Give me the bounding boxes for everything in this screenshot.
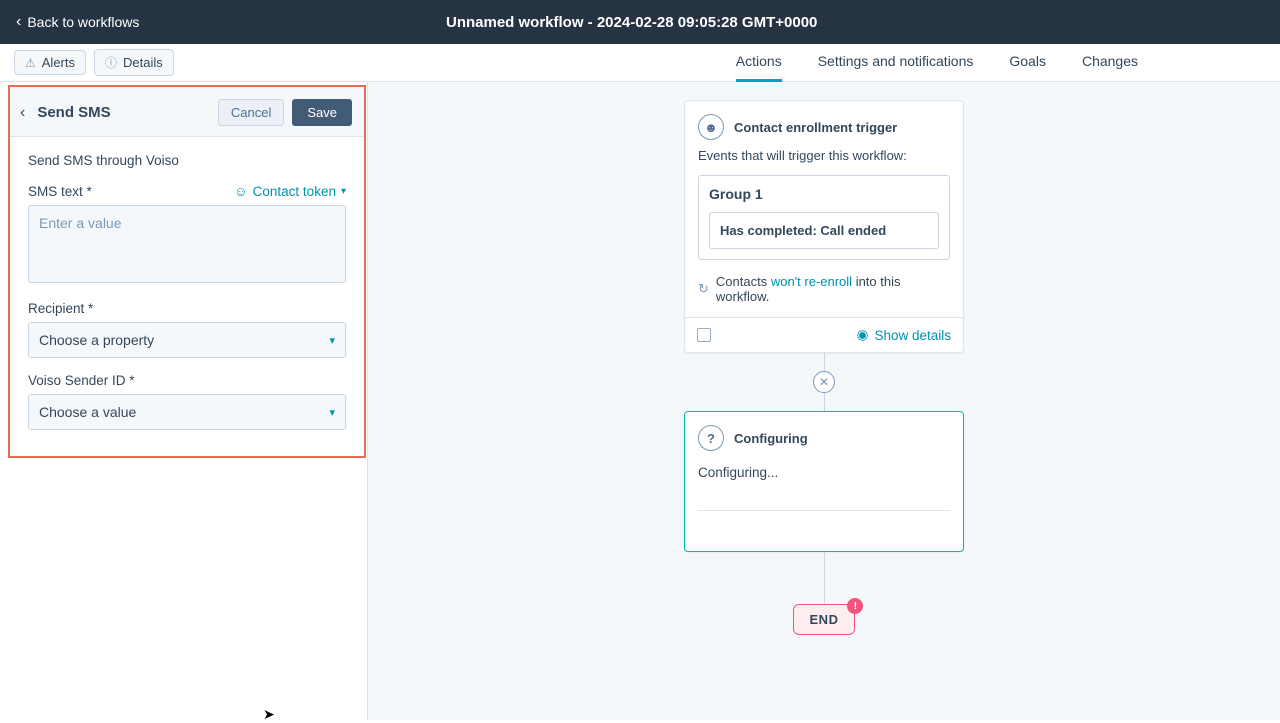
sub-toolbar: ⚠ Alerts ⓘ Details Actions Settings and … <box>0 44 1280 82</box>
workflow-title: Unnamed workflow - 2024-02-28 09:05:28 G… <box>139 14 1124 31</box>
back-to-workflows-link[interactable]: ‹ Back to workflows <box>16 13 139 31</box>
cursor-icon: ➤ <box>263 706 275 723</box>
info-icon: ⓘ <box>105 54 117 71</box>
group-name: Group 1 <box>709 186 939 202</box>
sms-text-field-header: SMS text * ☺ Contact token ▾ <box>28 184 346 199</box>
eye-icon: ◉ <box>857 327 869 343</box>
panel-highlight-outline: ‹ Send SMS Cancel Save Send SMS through … <box>8 85 366 458</box>
question-icon: ? <box>698 425 724 451</box>
reenroll-note: ↻ Contacts won't re-enroll into this wor… <box>698 274 950 304</box>
alert-icon: ⚠ <box>25 56 36 70</box>
sender-id-placeholder: Choose a value <box>39 404 136 420</box>
reenroll-pre: Contacts <box>716 274 771 289</box>
alerts-label: Alerts <box>42 55 75 70</box>
token-label: Contact token <box>253 184 336 199</box>
panel-body: Send SMS through Voiso SMS text * ☺ Cont… <box>10 137 364 456</box>
action-config-panel: ‹ Send SMS Cancel Save Send SMS through … <box>0 82 368 720</box>
configuring-card[interactable]: ? Configuring Configuring... <box>684 411 964 552</box>
chevron-left-icon: ‹ <box>16 13 21 31</box>
sender-id-section: Voiso Sender ID * Choose a value ▾ <box>28 372 346 430</box>
configuring-body: Configuring... <box>698 459 950 480</box>
panel-back-button[interactable]: ‹ <box>16 102 29 124</box>
trigger-group-box: Group 1 Has completed: Call ended <box>698 175 950 260</box>
flow-column: ☻ Contact enrollment trigger Events that… <box>368 100 1280 635</box>
tab-goals[interactable]: Goals <box>1009 44 1046 82</box>
sms-text-input[interactable] <box>28 205 346 283</box>
trigger-title: Contact enrollment trigger <box>734 120 897 135</box>
end-alert-badge: ! <box>847 598 863 614</box>
refresh-icon: ↻ <box>698 281 709 297</box>
caret-down-icon: ▾ <box>341 186 346 197</box>
cancel-button[interactable]: Cancel <box>218 99 284 126</box>
recipient-section: Recipient * Choose a property ▾ <box>28 300 346 358</box>
contact-token-dropdown[interactable]: ☺ Contact token ▾ <box>234 184 346 199</box>
details-label: Details <box>123 55 163 70</box>
trigger-subtitle: Events that will trigger this workflow: <box>698 148 950 163</box>
tab-settings[interactable]: Settings and notifications <box>818 44 974 82</box>
configuring-title: Configuring <box>734 431 808 446</box>
back-label: Back to workflows <box>27 14 139 30</box>
connector-line <box>824 353 825 371</box>
trigger-card[interactable]: ☻ Contact enrollment trigger Events that… <box>684 100 964 353</box>
panel-title: Send SMS <box>37 104 210 121</box>
trigger-rule[interactable]: Has completed: Call ended <box>709 212 939 249</box>
end-node[interactable]: END ! <box>793 604 856 635</box>
trigger-footer: ◉ Show details <box>685 317 963 352</box>
recipient-label: Recipient * <box>28 301 93 316</box>
workflow-canvas[interactable]: ☻ Contact enrollment trigger Events that… <box>368 82 1280 720</box>
sms-text-label: SMS text * <box>28 184 92 199</box>
workspace: ‹ Send SMS Cancel Save Send SMS through … <box>0 82 1280 720</box>
remove-action-button[interactable]: ✕ <box>813 371 835 393</box>
recipient-placeholder: Choose a property <box>39 332 154 348</box>
show-details-label: Show details <box>874 328 951 343</box>
panel-header: ‹ Send SMS Cancel Save <box>10 87 364 137</box>
person-icon: ☺ <box>234 184 248 199</box>
end-label: END <box>793 604 856 635</box>
recipient-select[interactable]: Choose a property ▾ <box>28 322 346 358</box>
reenroll-link[interactable]: won't re-enroll <box>771 274 852 289</box>
top-bar: ‹ Back to workflows Unnamed workflow - 2… <box>0 0 1280 44</box>
caret-down-icon: ▾ <box>329 406 335 419</box>
clipboard-icon[interactable] <box>697 328 711 342</box>
save-button[interactable]: Save <box>292 99 352 126</box>
connector-line <box>824 393 825 411</box>
details-button[interactable]: ⓘ Details <box>94 49 174 76</box>
caret-down-icon: ▾ <box>329 334 335 347</box>
show-details-button[interactable]: ◉ Show details <box>857 327 951 343</box>
alerts-button[interactable]: ⚠ Alerts <box>14 50 86 75</box>
tab-actions[interactable]: Actions <box>736 44 782 82</box>
sender-id-select[interactable]: Choose a value ▾ <box>28 394 346 430</box>
connector-line <box>824 552 825 604</box>
panel-description: Send SMS through Voiso <box>28 153 346 168</box>
contact-icon: ☻ <box>698 114 724 140</box>
sender-id-label: Voiso Sender ID * <box>28 373 135 388</box>
tab-bar: Actions Settings and notifications Goals… <box>736 44 1138 82</box>
tab-changes[interactable]: Changes <box>1082 44 1138 82</box>
configuring-footer-sep <box>698 510 950 538</box>
